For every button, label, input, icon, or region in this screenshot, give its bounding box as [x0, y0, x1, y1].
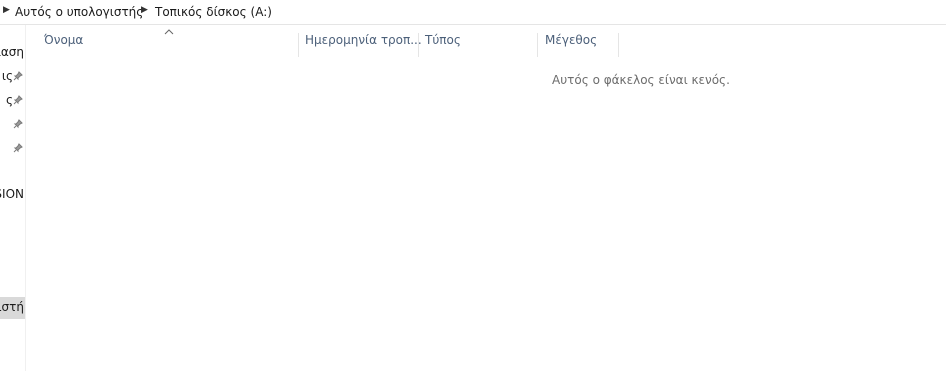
file-list[interactable]: Όνομα Ημερομηνία τροπ... Τύπος Μέγεθος Α… [26, 25, 946, 371]
nav-item-pinned-2[interactable]: ς [0, 91, 25, 111]
column-divider[interactable] [418, 33, 419, 57]
chevron-right-icon[interactable]: ▶ [141, 5, 148, 15]
address-bar[interactable]: ▶ Αυτός ο υπολογιστής ▶ Τοπικός δίσκος (… [0, 0, 946, 25]
nav-item-label: ις [1, 69, 13, 83]
column-header-size[interactable]: Μέγεθος [545, 33, 597, 57]
column-header-type[interactable]: Τύπος [425, 33, 461, 57]
pin-icon[interactable] [13, 71, 23, 81]
nav-item-quick-access[interactable]: ιαση [0, 43, 25, 63]
breadcrumb-this-pc[interactable]: Αυτός ο υπολογιστής [15, 5, 143, 19]
nav-item-pinned-4[interactable] [0, 139, 25, 159]
chevron-right-icon[interactable]: ▶ [3, 5, 10, 15]
nav-item-label: SSION [0, 187, 24, 201]
nav-item-label: ιαση [0, 45, 24, 59]
empty-folder-message: Αυτός ο φάκελος είναι κενός. [552, 73, 730, 87]
column-divider[interactable] [298, 33, 299, 57]
column-divider[interactable] [537, 33, 538, 57]
navigation-pane[interactable]: ιαση ις ς SSION ιστή [0, 25, 26, 371]
column-header-name[interactable]: Όνομα [44, 33, 83, 57]
column-header-date-modified[interactable]: Ημερομηνία τροπ... [305, 33, 422, 57]
nav-item-label: ιστή [0, 300, 24, 314]
nav-item-this-pc[interactable]: ιστή [0, 297, 25, 319]
breadcrumb-local-disk-a[interactable]: Τοπικός δίσκος (A:) [155, 5, 272, 19]
sort-ascending-icon [164, 29, 174, 35]
nav-item-pinned-1[interactable]: ις [0, 67, 25, 87]
nav-item-drive[interactable]: SSION [0, 185, 25, 205]
pin-icon[interactable] [13, 95, 23, 105]
nav-item-label: ς [5, 93, 13, 107]
pin-icon[interactable] [13, 119, 23, 129]
column-divider[interactable] [618, 33, 619, 57]
nav-item-pinned-3[interactable] [0, 115, 25, 135]
pin-icon[interactable] [13, 143, 23, 153]
